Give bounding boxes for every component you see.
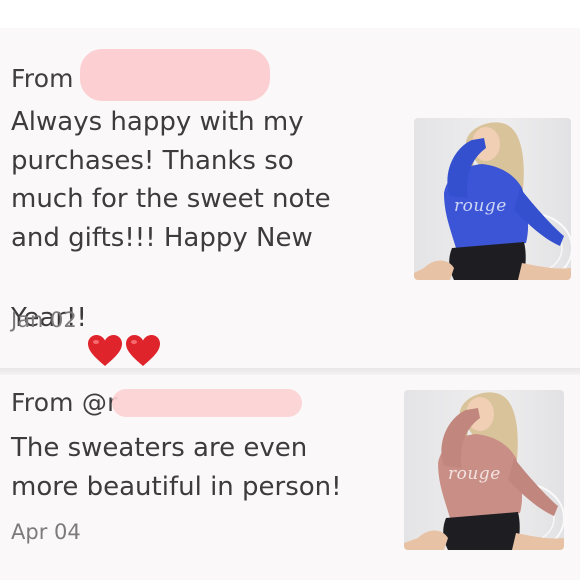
from-label: From bbox=[11, 63, 74, 93]
redacted-username bbox=[111, 389, 302, 417]
photo-watermark: rouge bbox=[448, 464, 501, 484]
blue-sweater-photo[interactable]: rouge bbox=[414, 118, 571, 280]
redacted-username bbox=[79, 49, 270, 101]
heart-emoji-icon: ❤️❤️ bbox=[87, 257, 163, 380]
review-sender: From bbox=[11, 49, 270, 101]
photo-watermark: rouge bbox=[454, 196, 507, 216]
review-text: Always happy with my purchases! Thanks s… bbox=[11, 103, 331, 380]
pink-sweater-photo[interactable]: rouge bbox=[404, 390, 564, 550]
review-divider bbox=[0, 368, 580, 375]
review-body: Always happy with my purchases! Thanks s… bbox=[11, 107, 331, 333]
from-label: From @r bbox=[11, 387, 118, 417]
review-card: From Always happy with my purchases! Tha… bbox=[0, 28, 580, 368]
review-date: Apr 04 bbox=[11, 520, 81, 544]
review-text: The sweaters are even more beautiful in … bbox=[11, 433, 342, 502]
review-card: From @r The sweaters are even more beaut… bbox=[0, 375, 580, 580]
review-sender: From @r bbox=[11, 387, 302, 417]
review-date: Jan 02 bbox=[11, 308, 77, 332]
